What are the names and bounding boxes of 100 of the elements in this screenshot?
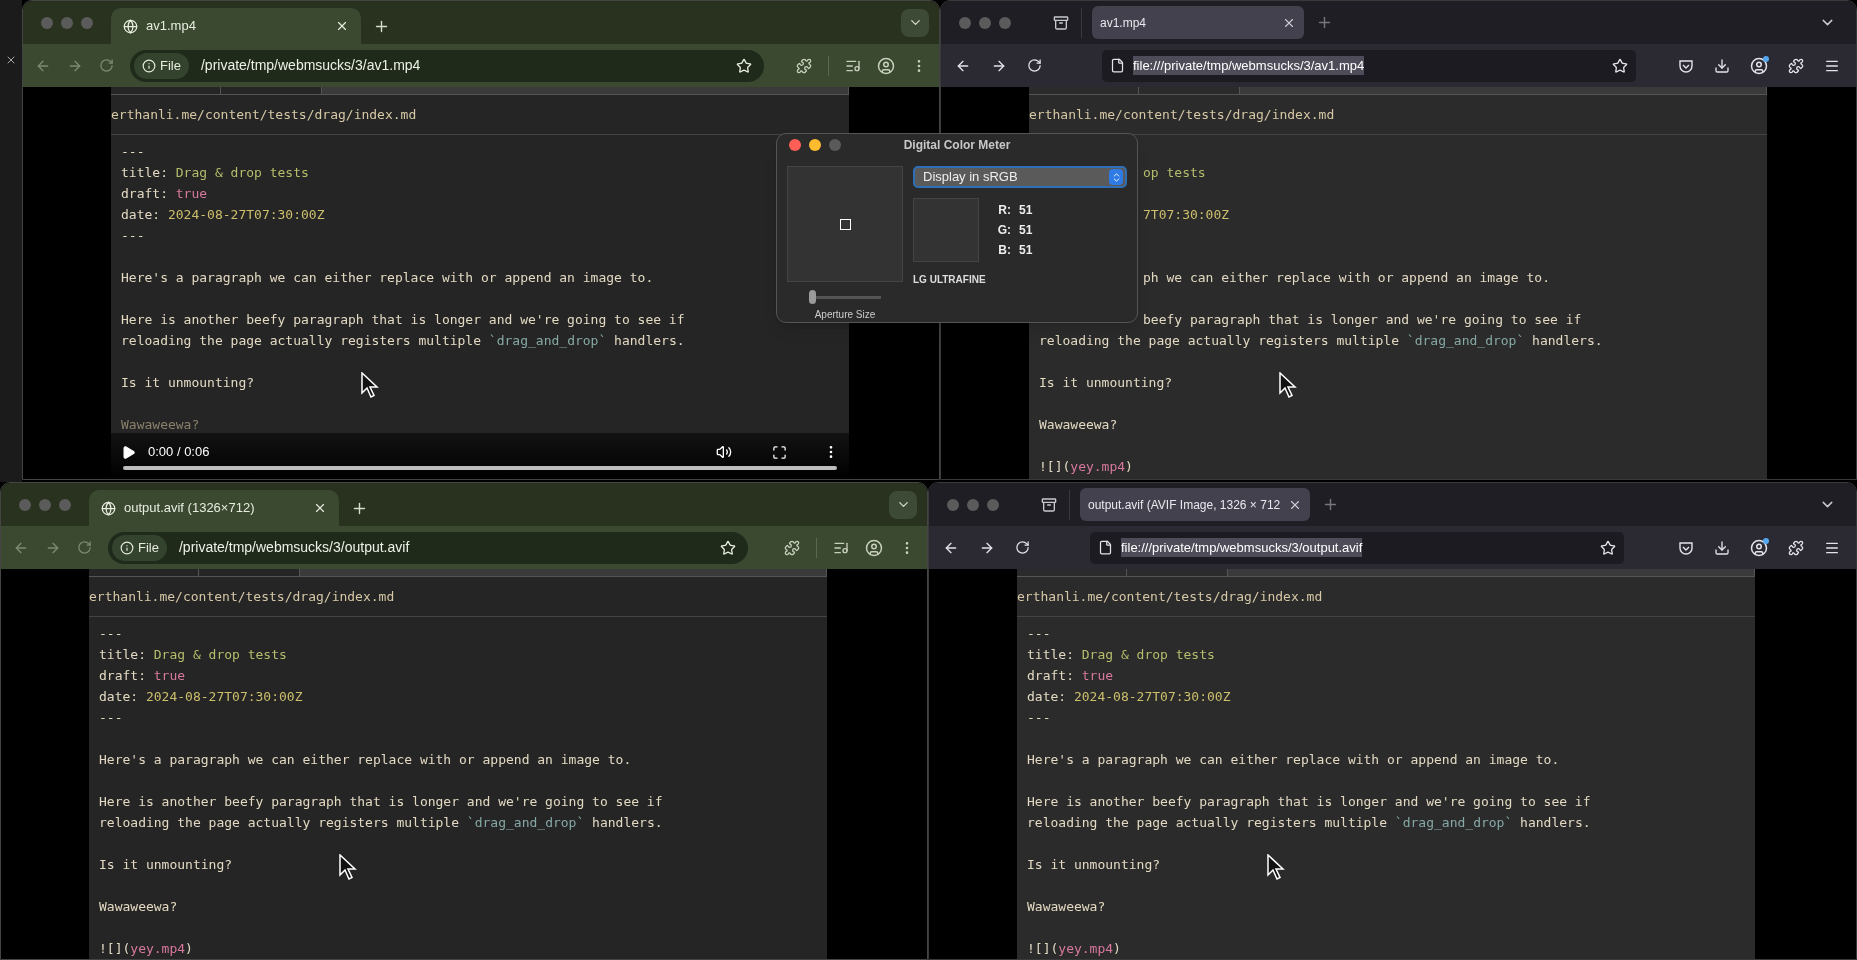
markdown-line: Is it unmounting? (1039, 373, 1173, 392)
channel-label: B: (997, 241, 1011, 259)
stepper-icon (1109, 169, 1123, 185)
tab-title: output.avif (1326×712) (124, 499, 256, 518)
markdown-line: Is it unmounting? (121, 373, 255, 392)
zoom-window-button[interactable] (987, 498, 999, 511)
profile-icon[interactable] (877, 56, 895, 75)
markdown-line: reloading the page actually registers multiple `drag_and_drop` handlers. (121, 331, 685, 350)
info-icon (120, 540, 134, 555)
markdown-line: --- (121, 142, 145, 161)
bookmark-star-icon[interactable] (736, 57, 752, 74)
markdown-line: --- (1027, 708, 1051, 727)
browser-tab[interactable]: output.avif (AVIF Image, 1326 × 712 (1080, 488, 1311, 521)
color-swatch (913, 198, 979, 262)
extensions-icon[interactable] (784, 539, 800, 556)
markdown-line: ph we can either replace with or append an image to. (1143, 268, 1550, 287)
markdown-line: reloading the page actually registers multiple `drag_and_drop` handlers. (99, 813, 663, 832)
close-window-button[interactable] (947, 498, 959, 511)
site-info-chip[interactable]: File (112, 534, 167, 561)
address-bar[interactable]: File /private/tmp/webmsucks/3/av1.mp4 (130, 49, 764, 82)
channel-label: R: (997, 201, 1011, 219)
address-bar[interactable]: file:///private/tmp/webmsucks/3/output.avif (1090, 531, 1624, 564)
channel-value: 51 (1019, 221, 1033, 239)
globe-icon (101, 500, 116, 516)
markdown-line: title: Drag & drop tests (99, 645, 287, 664)
download-icon[interactable] (1714, 57, 1730, 74)
play-icon[interactable] (121, 444, 136, 460)
markdown-line: Here's a paragraph we can either replace with or append an image to. (1027, 750, 1560, 769)
close-window-button[interactable] (959, 16, 971, 29)
markdown-line: Wawaweewa? (1039, 415, 1118, 434)
site-info-chip[interactable]: File (134, 52, 189, 79)
close-tab-icon[interactable] (335, 19, 349, 33)
close-icon[interactable] (5, 54, 17, 66)
tab-title: output.avif (AVIF Image, 1326 × 712 (1088, 496, 1281, 514)
page-icon (1110, 58, 1125, 73)
display-name: LG ULTRAFINE (913, 273, 987, 287)
aperture-slider[interactable] (809, 290, 881, 304)
aperture-slider-thumb[interactable] (809, 290, 816, 304)
tab-title: av1.mp4 (1100, 14, 1148, 32)
color-space-select[interactable]: Display in sRGB (913, 166, 1127, 188)
file-path: erthanli.me/content/tests/drag/index.md (89, 587, 395, 606)
file-path: erthanli.me/content/tests/drag/index.md (111, 105, 417, 124)
channel-value: 51 (1019, 241, 1033, 259)
zoom-window-button[interactable] (999, 16, 1011, 29)
url-text: /private/tmp/webmsucks/3/av1.mp4 (200, 56, 422, 75)
markdown-line: draft: true (1027, 666, 1114, 685)
markdown-line: Here is another beefy paragraph that is longer and we're going to see if (99, 792, 663, 811)
markdown-line: Wawaweewa? (1027, 897, 1106, 916)
url-text: /private/tmp/webmsucks/3/output.avif (178, 538, 411, 557)
account-icon[interactable] (1750, 56, 1768, 75)
markdown-line: --- (1027, 624, 1051, 643)
url-text: file:///private/tmp/webmsucks/3/output.avif (1121, 537, 1363, 558)
profile-icon[interactable] (865, 538, 883, 557)
extensions-icon[interactable] (796, 57, 812, 74)
globe-icon (123, 18, 138, 34)
browser-tab[interactable]: av1.mp4 (111, 8, 361, 44)
markdown-line: Here is another beefy paragraph that is longer and we're going to see if (121, 310, 685, 329)
fullscreen-icon[interactable] (772, 444, 787, 460)
markdown-line: Here's a paragraph we can either replace with or append an image to. (121, 268, 654, 287)
extensions-icon[interactable] (1788, 539, 1804, 556)
bookmark-star-icon[interactable] (1612, 57, 1628, 74)
markdown-line: beefy paragraph that is longer and we're going to see if (1143, 310, 1582, 329)
browser-tab[interactable]: av1.mp4 (1092, 6, 1304, 39)
markdown-line: ![](yey.mp4) (1027, 939, 1121, 958)
extensions-icon[interactable] (1788, 57, 1804, 74)
save-to-pocket-icon[interactable] (1678, 57, 1694, 74)
video-time: 0:00 / 0:06 (148, 443, 210, 462)
bookmark-star-icon[interactable] (1600, 539, 1616, 556)
markdown-line: --- (99, 624, 123, 643)
aperture-size-label: Aperture Size (814, 308, 876, 322)
volume-icon[interactable] (716, 444, 732, 460)
save-to-pocket-icon[interactable] (1678, 539, 1694, 556)
address-bar[interactable]: file:///private/tmp/webmsucks/3/av1.mp4 (1102, 49, 1636, 82)
markdown-line: Wawaweewa? (99, 897, 178, 916)
mouse-cursor-icon (339, 854, 357, 880)
markdown-line: Is it unmounting? (1027, 855, 1161, 874)
bookmark-star-icon[interactable] (720, 539, 736, 556)
markdown-line: date: 2024-08-27T07:30:00Z (1027, 687, 1231, 706)
channel-label: G: (996, 221, 1011, 239)
address-bar[interactable]: File /private/tmp/webmsucks/3/output.avif (108, 531, 748, 564)
markdown-line: reloading the page actually registers multiple `drag_and_drop` handlers. (1039, 331, 1603, 350)
close-tab-icon[interactable] (313, 501, 327, 515)
browser-tab[interactable]: output.avif (1326×712) (89, 490, 339, 526)
tab-search-button[interactable] (901, 8, 929, 37)
mouse-cursor-icon (1267, 854, 1285, 880)
close-window-button[interactable] (789, 139, 801, 151)
file-path: erthanli.me/content/tests/drag/index.md (1029, 105, 1335, 124)
markdown-line: Here's a paragraph we can either replace with or append an image to. (99, 750, 632, 769)
mouse-cursor-icon (361, 372, 379, 398)
page-icon (1098, 540, 1113, 555)
markdown-line: --- (121, 226, 145, 245)
download-icon[interactable] (1714, 539, 1730, 556)
video-progress-track[interactable] (123, 465, 837, 470)
markdown-line: date: 2024-08-27T07:30:00Z (121, 205, 325, 224)
markdown-line: date: 2024-08-27T07:30:00Z (99, 687, 303, 706)
account-icon[interactable] (1750, 538, 1768, 557)
tab-search-button[interactable] (889, 490, 917, 519)
minimize-window-button[interactable] (809, 139, 821, 151)
tab-title: av1.mp4 (146, 17, 197, 36)
markdown-line: reloading the page actually registers multiple `drag_and_drop` handlers. (1027, 813, 1591, 832)
